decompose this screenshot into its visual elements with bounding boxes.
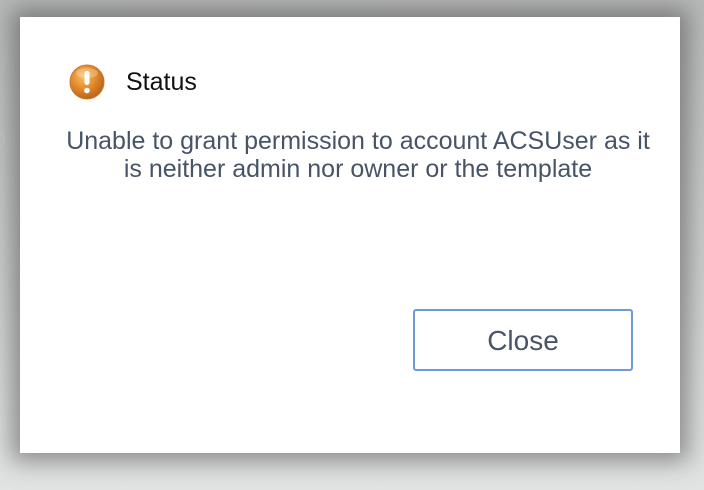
warning-icon [68, 63, 106, 101]
background-text-fragment: 0 i [0, 130, 17, 149]
close-button[interactable]: Close [413, 309, 633, 371]
status-dialog: Status Unable to grant permission to acc… [20, 17, 680, 453]
dialog-message: Unable to grant permission to account AC… [66, 127, 650, 183]
dialog-title: Status [126, 67, 197, 96]
dialog-header: Status [68, 63, 197, 101]
